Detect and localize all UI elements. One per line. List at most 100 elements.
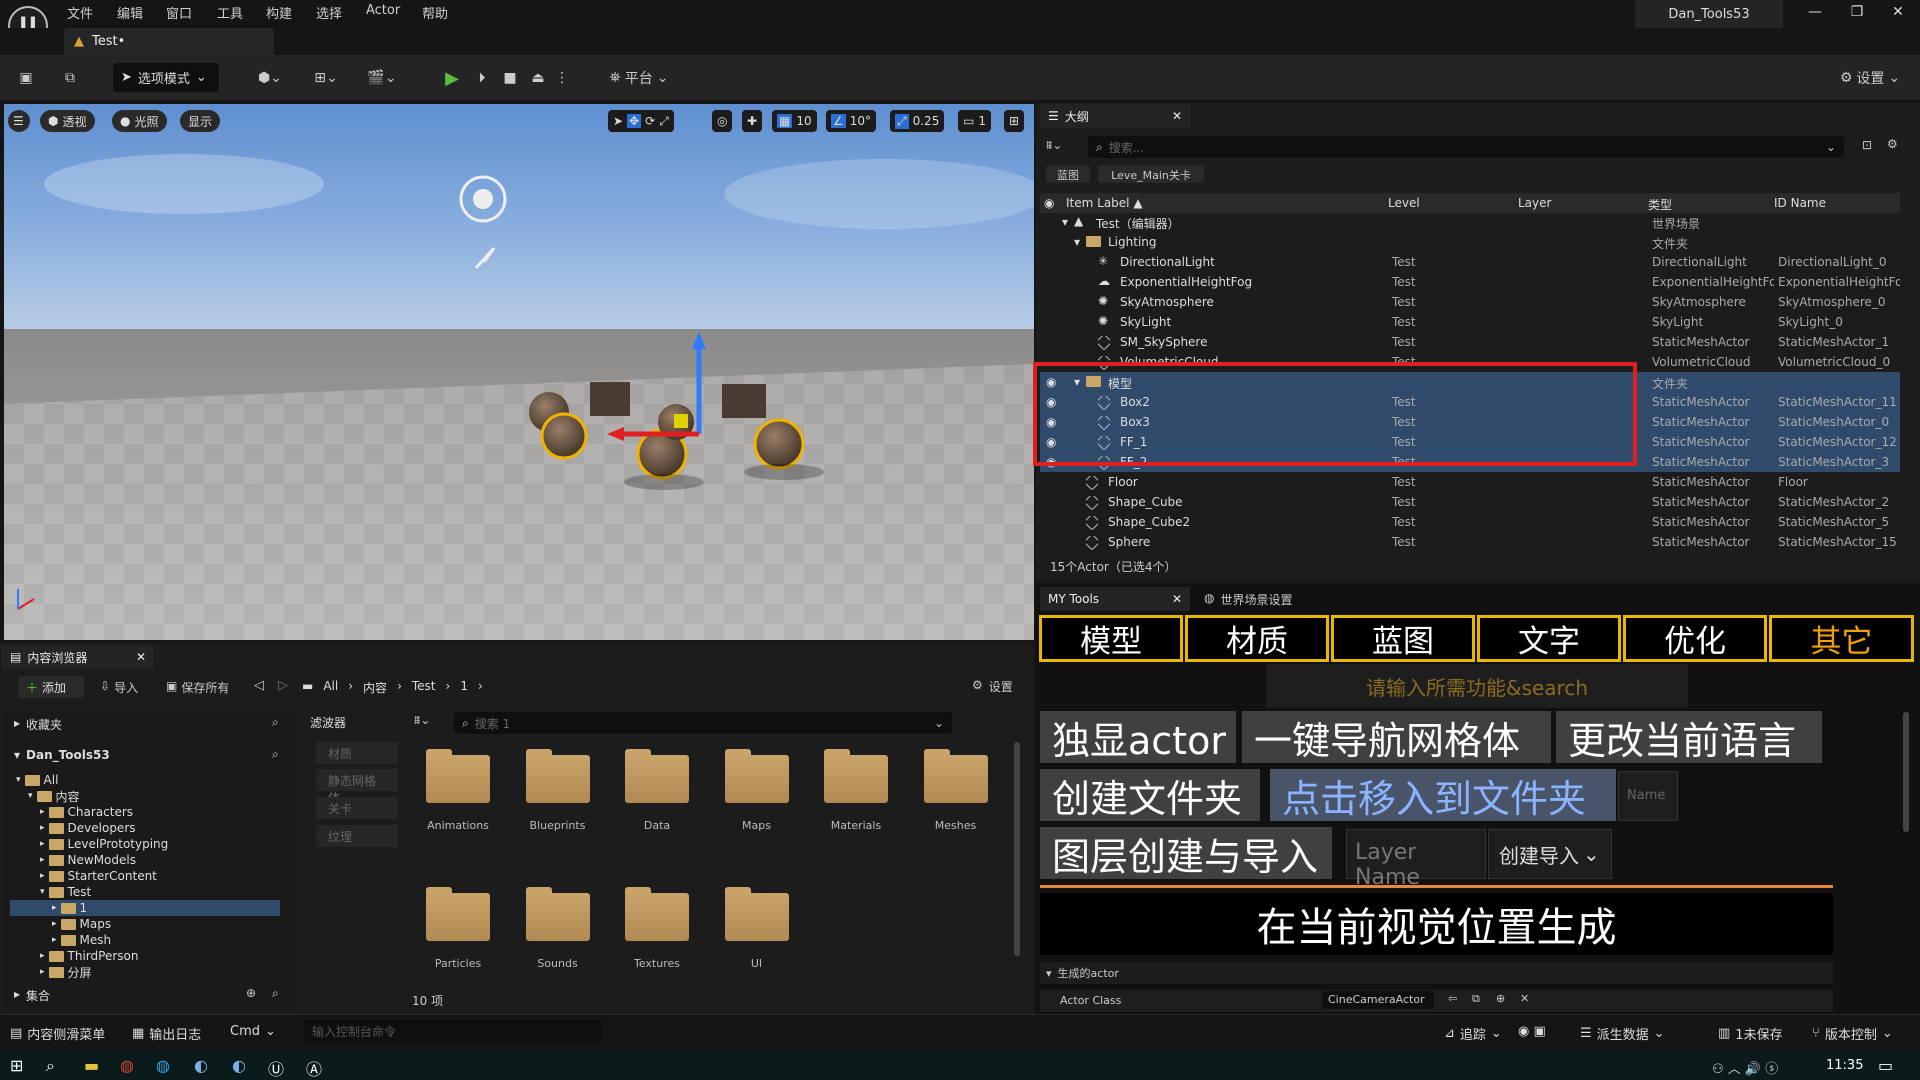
app-icon[interactable]: ◐ bbox=[194, 1056, 208, 1075]
arrow-left-icon[interactable]: ⇦ bbox=[1448, 992, 1457, 1005]
add-folder-icon[interactable]: ⊡ bbox=[1862, 138, 1872, 152]
grid-snap-button[interactable]: ▦ 10 bbox=[772, 110, 817, 132]
app-icon-3[interactable]: Ⓐ bbox=[306, 1056, 322, 1080]
advance-frame-icon[interactable]: ⏵ bbox=[470, 63, 494, 93]
breadcrumb-content[interactable]: 内容 bbox=[363, 679, 387, 696]
folder-tree-item[interactable]: ▾ All bbox=[10, 772, 280, 788]
expand-arrow-icon[interactable]: ▸ bbox=[40, 967, 45, 977]
search-icon[interactable]: ⌕ bbox=[46, 1056, 55, 1076]
blueprint-filter-chip[interactable]: 蓝图 bbox=[1046, 165, 1090, 183]
expand-arrow-icon[interactable]: ▸ bbox=[52, 919, 57, 929]
import-button[interactable]: ⇩ 导入 bbox=[100, 679, 138, 696]
cinematics-icon[interactable]: 🎬⌄ bbox=[362, 63, 402, 93]
category-optimize-button[interactable]: 优化 bbox=[1623, 615, 1767, 662]
actor-class-dropdown[interactable]: CineCameraActor bbox=[1322, 991, 1434, 1009]
outliner-row[interactable]: ◉ Box2 Test StaticMeshActor StaticMeshActor_… bbox=[1040, 392, 1900, 412]
asset-folder[interactable]: Maps bbox=[717, 749, 797, 832]
source-control-button[interactable]: ⑂ 版本控制 ⌄ bbox=[1812, 1024, 1893, 1043]
expand-arrow-icon[interactable]: ▸ bbox=[40, 951, 45, 961]
outliner-row[interactable]: Sphere Test StaticMeshActor StaticMeshActor… bbox=[1040, 532, 1900, 552]
outliner-search[interactable]: ⌕ 搜索... ⌄ bbox=[1088, 136, 1844, 158]
app-icon-2[interactable]: ◐ bbox=[232, 1056, 246, 1075]
outliner-row[interactable]: Floor Test StaticMeshActor Floor bbox=[1040, 472, 1900, 492]
rotation-snap-button[interactable]: ∠ 10° bbox=[826, 110, 877, 132]
visibility-icon[interactable]: ◉ bbox=[1046, 395, 1056, 409]
coordinate-icon[interactable]: ◎ bbox=[712, 110, 733, 132]
windows-start-icon[interactable]: ⊞ bbox=[10, 1056, 23, 1075]
folder-tree-item[interactable]: ▾ 内容 bbox=[10, 788, 280, 804]
expand-arrow-icon[interactable]: ▾ bbox=[1062, 215, 1068, 229]
filter-level[interactable]: 关卡 bbox=[316, 797, 398, 819]
filter-icon[interactable]: ⩩⌄ bbox=[1046, 138, 1080, 156]
create-folder-button[interactable]: 创建文件夹 bbox=[1040, 769, 1260, 821]
search-icon[interactable]: ⌕ bbox=[272, 715, 279, 730]
outliner-row[interactable]: ✳ DirectionalLight Test DirectionalLight Dir… bbox=[1040, 252, 1900, 272]
folder-name-input[interactable]: Name bbox=[1618, 771, 1678, 821]
mode-select-button[interactable]: ➤ 选项模式 ⌄ bbox=[113, 63, 219, 92]
change-language-button[interactable]: 更改当前语言 bbox=[1556, 711, 1822, 763]
layer-name-input[interactable]: Layer Name bbox=[1346, 829, 1486, 890]
menu-select[interactable]: 选择 bbox=[316, 3, 342, 22]
gear-icon[interactable]: ⚙ bbox=[1887, 137, 1898, 151]
mytools-scrollbar[interactable] bbox=[1903, 712, 1909, 832]
col-id-name[interactable]: ID Name bbox=[1774, 196, 1826, 210]
browse-icon[interactable]: ⧉ bbox=[56, 63, 84, 93]
outliner-row[interactable]: ☁ ExponentialHeightFog Test ExponentialHeig… bbox=[1040, 272, 1900, 292]
clear-icon[interactable]: ✕ bbox=[1520, 992, 1529, 1005]
show-button[interactable]: 显示 bbox=[180, 110, 221, 132]
scale-snap-button[interactable]: ⤢ 0.25 bbox=[890, 110, 945, 132]
cmd-dropdown[interactable]: Cmd ⌄ bbox=[230, 1024, 276, 1039]
category-model-button[interactable]: 模型 bbox=[1039, 615, 1183, 662]
system-tray-icons[interactable]: ⚇ ︿ 🔊 ⓢ bbox=[1712, 1058, 1778, 1077]
file-explorer-icon[interactable]: ▬ bbox=[84, 1056, 99, 1075]
asset-folder[interactable]: Particles bbox=[418, 887, 498, 970]
expand-arrow-icon[interactable]: ▸ bbox=[40, 855, 45, 865]
navmesh-button[interactable]: 一键导航网格体 bbox=[1242, 711, 1551, 763]
asset-folder[interactable]: Sounds bbox=[518, 887, 598, 970]
folder-tree-item[interactable]: ▸ Characters bbox=[10, 804, 280, 820]
layout-icon[interactable]: ⊞ bbox=[1004, 110, 1025, 132]
level-filter-chip[interactable]: Leve_Main关卡 bbox=[1098, 165, 1204, 183]
content-drawer-button[interactable]: ▤ 内容侧滑菜单 bbox=[10, 1024, 105, 1043]
visibility-icon[interactable]: ◉ bbox=[1046, 415, 1056, 429]
menu-tools[interactable]: 工具 bbox=[217, 3, 243, 22]
breadcrumb-1[interactable]: 1 bbox=[460, 679, 468, 696]
console-input[interactable]: 输入控制台命令 bbox=[304, 1020, 602, 1042]
filter-material[interactable]: 材质 bbox=[316, 742, 398, 764]
add-actor-icon[interactable]: ⬢⌄ bbox=[250, 63, 290, 93]
outliner-row[interactable]: SM_SkySphere Test StaticMeshActor StaticMes… bbox=[1040, 332, 1900, 352]
outliner-row[interactable]: VolumetricCloud Test VolumetricCloud Volume… bbox=[1040, 352, 1900, 372]
output-log-button[interactable]: ▦ 输出日志 bbox=[132, 1024, 201, 1043]
asset-folder[interactable]: UI bbox=[717, 887, 797, 970]
menu-edit[interactable]: 编辑 bbox=[117, 3, 143, 22]
search-icon[interactable]: ⌕ bbox=[272, 747, 279, 762]
folder-tree-item[interactable]: ▸ LevelPrototyping bbox=[10, 836, 280, 852]
col-item-label[interactable]: Item Label ▲ bbox=[1066, 196, 1143, 210]
settings-button[interactable]: ⚙ 设置 ⌄ bbox=[1835, 63, 1905, 93]
favorites-section[interactable]: ▸ 收藏夹 bbox=[14, 716, 62, 733]
breadcrumb-all[interactable]: All bbox=[323, 679, 338, 696]
play-icon[interactable]: ▶ bbox=[440, 63, 464, 93]
world-settings-tab[interactable]: ◍ 世界场景设置 bbox=[1204, 591, 1293, 608]
folder-tree-item[interactable]: ▸ 分屏 bbox=[10, 964, 280, 980]
expand-arrow-icon[interactable]: ▾ bbox=[1074, 235, 1080, 249]
filter-texture[interactable]: 纹理 bbox=[316, 825, 398, 847]
menu-build[interactable]: 构建 bbox=[266, 3, 292, 22]
folder-tree-item[interactable]: ▸ Developers bbox=[10, 820, 280, 836]
asset-filter-icon[interactable]: ⩩⌄ bbox=[414, 713, 450, 728]
outliner-row[interactable]: ✺ SkyAtmosphere Test SkyAtmosphere SkyAtmosp… bbox=[1040, 292, 1900, 312]
save-all-button[interactable]: ▣ 保存所有 bbox=[166, 679, 229, 696]
history-forward-icon[interactable]: ▷ bbox=[278, 678, 288, 693]
outliner-row[interactable]: Shape_Cube Test StaticMeshActor StaticMeshA… bbox=[1040, 492, 1900, 512]
expand-arrow-icon[interactable]: ▸ bbox=[40, 823, 45, 833]
asset-folder[interactable]: Meshes bbox=[916, 749, 996, 832]
close-icon[interactable]: ✕ bbox=[1172, 592, 1182, 606]
outliner-row[interactable]: ◉ FF_1 Test StaticMeshActor StaticMeshActor_… bbox=[1040, 432, 1900, 452]
asset-folder[interactable]: Data bbox=[617, 749, 697, 832]
folder-tree-item[interactable]: ▾ Test bbox=[10, 884, 280, 900]
folder-tree-item[interactable]: ▸ NewModels bbox=[10, 852, 280, 868]
asset-folder[interactable]: Blueprints bbox=[518, 749, 598, 832]
expand-arrow-icon[interactable]: ▸ bbox=[40, 807, 45, 817]
eject-icon[interactable]: ⏏ bbox=[526, 63, 550, 93]
expand-arrow-icon[interactable]: ▸ bbox=[52, 903, 57, 913]
